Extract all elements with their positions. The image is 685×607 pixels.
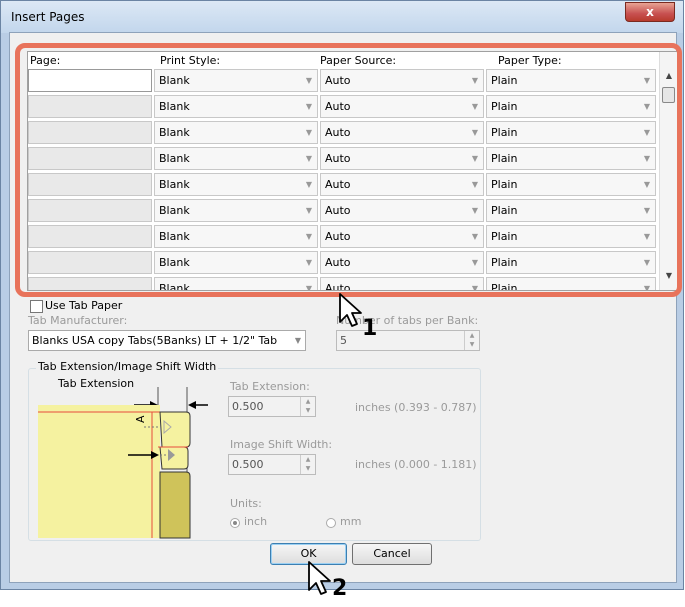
tabs-per-bank-stepper[interactable]: 5 ▲ ▼: [336, 330, 480, 351]
unit-inch-radio[interactable]: [230, 518, 240, 528]
image-shift-range: inches (0.000 - 1.181): [355, 458, 477, 471]
stepper-arrows-icon[interactable]: ▲ ▼: [300, 397, 315, 416]
illus-marker-a: A: [134, 415, 147, 423]
cursor-callout-1-icon: [339, 293, 362, 327]
title-bar: Insert Pages x: [1, 1, 683, 33]
tab-manufacturer-label: Tab Manufacturer:: [28, 314, 128, 327]
image-shift-stepper[interactable]: 0.500 ▲ ▼: [228, 454, 316, 475]
cursor-callout-2-icon: [308, 561, 331, 595]
image-shift-field-label: Image Shift Width:: [230, 438, 333, 451]
units-label: Units:: [230, 497, 262, 510]
callout-number-1: 1: [362, 316, 378, 341]
tab-manufacturer-value: Blanks USA copy Tabs(5Banks) LT + 1/2" T…: [32, 334, 278, 347]
grid-highlight-frame: [15, 43, 682, 297]
illus-tab-2: [159, 471, 191, 539]
stepper-arrows-icon[interactable]: ▲ ▼: [464, 331, 479, 350]
tab-extension-stepper[interactable]: 0.500 ▲ ▼: [228, 396, 316, 417]
illus-page: [38, 405, 160, 538]
illus-tab-1b: [159, 446, 189, 470]
tab-manufacturer-select[interactable]: Blanks USA copy Tabs(5Banks) LT + 1/2" T…: [28, 330, 306, 351]
illustration-tab-extension-label: Tab Extension: [58, 377, 135, 390]
cancel-button[interactable]: Cancel: [352, 543, 432, 565]
image-shift-value: 0.500: [232, 458, 264, 471]
stepper-arrows-icon[interactable]: ▲ ▼: [300, 455, 315, 474]
use-tab-paper-label: Use Tab Paper: [45, 299, 123, 312]
close-button[interactable]: x: [625, 2, 675, 22]
use-tab-paper-checkbox[interactable]: [30, 300, 43, 313]
tab-extension-range: inches (0.393 - 0.787): [355, 401, 477, 414]
tab-extension-field-label: Tab Extension:: [230, 380, 310, 393]
window-title: Insert Pages: [11, 10, 85, 24]
tab-extension-value: 0.500: [232, 400, 264, 413]
tabs-per-bank-value: 5: [340, 334, 347, 347]
unit-mm-label: mm: [340, 515, 362, 528]
tab-extension-group-title: Tab Extension/Image Shift Width: [36, 360, 219, 373]
callout-number-2: 2: [332, 576, 348, 601]
unit-mm-radio[interactable]: [326, 518, 336, 528]
unit-inch-label: inch: [244, 515, 268, 528]
chevron-down-icon: ▼: [294, 336, 301, 345]
tab-extension-illustration: A: [38, 387, 208, 539]
